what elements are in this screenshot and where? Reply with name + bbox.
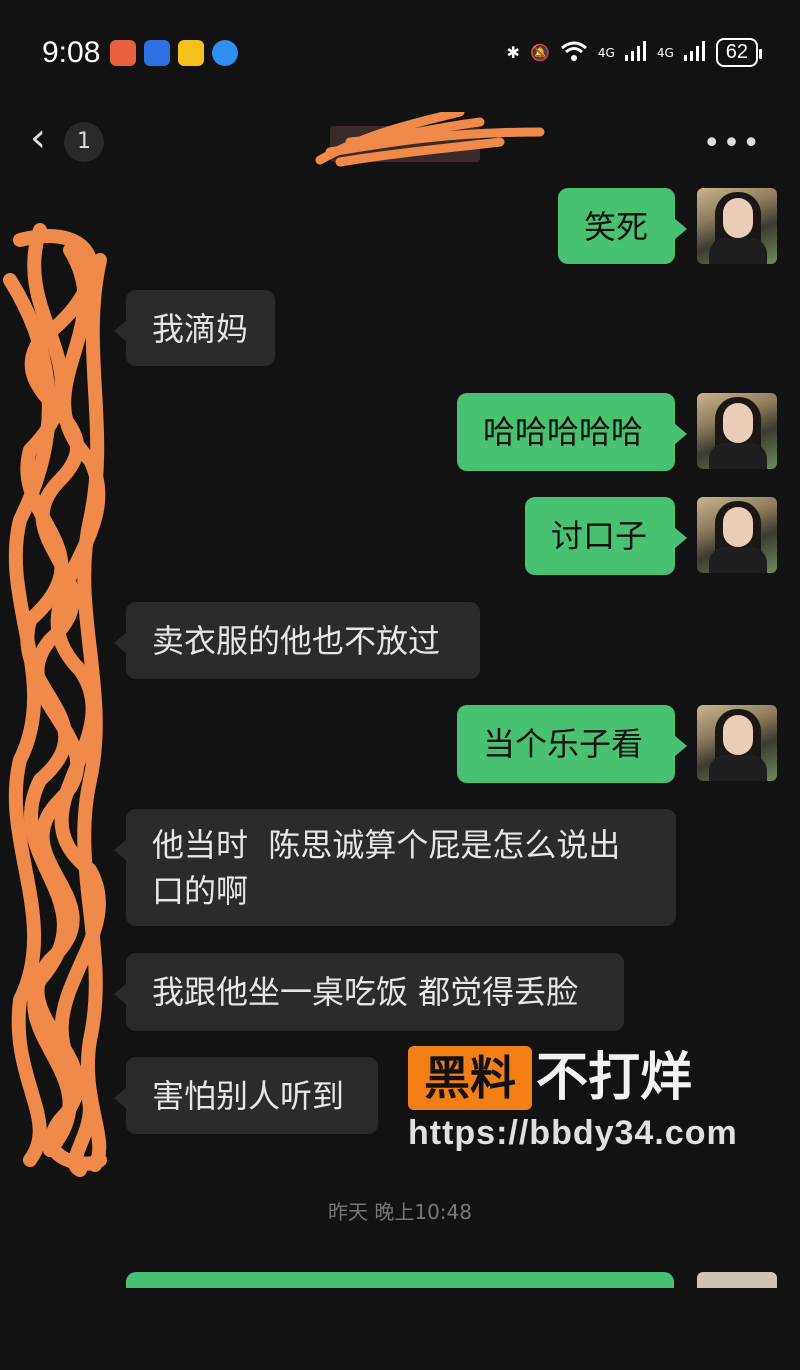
watermark-logo: 黑料: [408, 1046, 532, 1110]
app-notification-icon: [110, 40, 136, 66]
message-text: 哈哈哈哈哈: [483, 413, 644, 451]
signal-bars-icon: [624, 40, 647, 65]
cellular-signal-icon: 4G: [656, 45, 674, 60]
self-avatar[interactable]: [697, 497, 777, 573]
message-text: 讨口子: [551, 517, 648, 555]
outgoing-message[interactable]: 当个乐子看: [457, 705, 687, 783]
redaction-scribble: [315, 112, 545, 167]
app-notification-icon: [178, 40, 204, 66]
avatar-redaction-scribble: [3, 223, 107, 1177]
message-text: 我滴妈: [152, 310, 249, 348]
watermark-url: https://bbdy34.com: [408, 1114, 738, 1152]
unread-count-badge[interactable]: 1: [64, 122, 104, 162]
outgoing-message[interactable]: 笑死: [558, 188, 687, 264]
status-icons: ✱ 🔕 4G 4G 62: [506, 38, 763, 67]
chat-title-redacted: [315, 112, 545, 167]
back-chevron-icon[interactable]: ‹: [30, 118, 46, 158]
message-text-line: 口的啊: [152, 872, 249, 910]
message-text: 当个乐子看: [483, 725, 644, 763]
message-text: 笑死: [584, 208, 649, 246]
bottom-area: [0, 1288, 800, 1370]
bluetooth-icon: ✱: [506, 43, 520, 62]
outgoing-message[interactable]: 讨口子: [525, 497, 687, 575]
incoming-message[interactable]: 害怕别人听到: [114, 1057, 378, 1134]
mute-bell-icon: 🔕: [529, 43, 550, 62]
status-time: 9:08: [42, 36, 101, 69]
cellular-signal-icon: 4G: [597, 45, 615, 60]
signal-bars-icon: [683, 40, 706, 65]
more-options-icon[interactable]: •••: [703, 126, 762, 161]
incoming-message[interactable]: 他当时 陈思诚算个屁是怎么说出 口的啊: [114, 809, 676, 926]
app-notification-icon: [144, 40, 170, 66]
incoming-message[interactable]: 我滴妈: [114, 290, 275, 366]
outgoing-message-partial[interactable]: [126, 1272, 674, 1288]
message-text: 卖衣服的他也不放过: [152, 622, 441, 660]
wifi-icon: [560, 40, 588, 66]
self-avatar-partial[interactable]: [697, 1272, 777, 1288]
self-avatar[interactable]: [697, 393, 777, 469]
status-bar: 9:08 ✱ 🔕 4G 4G 62: [0, 0, 800, 100]
watermark-tagline: 不打烊: [536, 1048, 693, 1108]
message-text: 我跟他坐一桌吃饭 都觉得丢脸: [152, 973, 579, 1011]
self-avatar[interactable]: [697, 705, 777, 781]
incoming-message[interactable]: 我跟他坐一桌吃饭 都觉得丢脸: [114, 953, 624, 1031]
outgoing-message[interactable]: 哈哈哈哈哈: [457, 393, 687, 471]
incoming-message[interactable]: 卖衣服的他也不放过: [114, 602, 480, 679]
app-notification-icon: [212, 40, 238, 66]
self-avatar[interactable]: [697, 188, 777, 264]
message-timestamp: 昨天 晚上10:48: [328, 1200, 472, 1224]
battery-indicator: 62: [715, 38, 763, 67]
message-text-line: 他当时 陈思诚算个屁是怎么说出: [152, 826, 621, 864]
message-text: 害怕别人听到: [152, 1077, 345, 1115]
